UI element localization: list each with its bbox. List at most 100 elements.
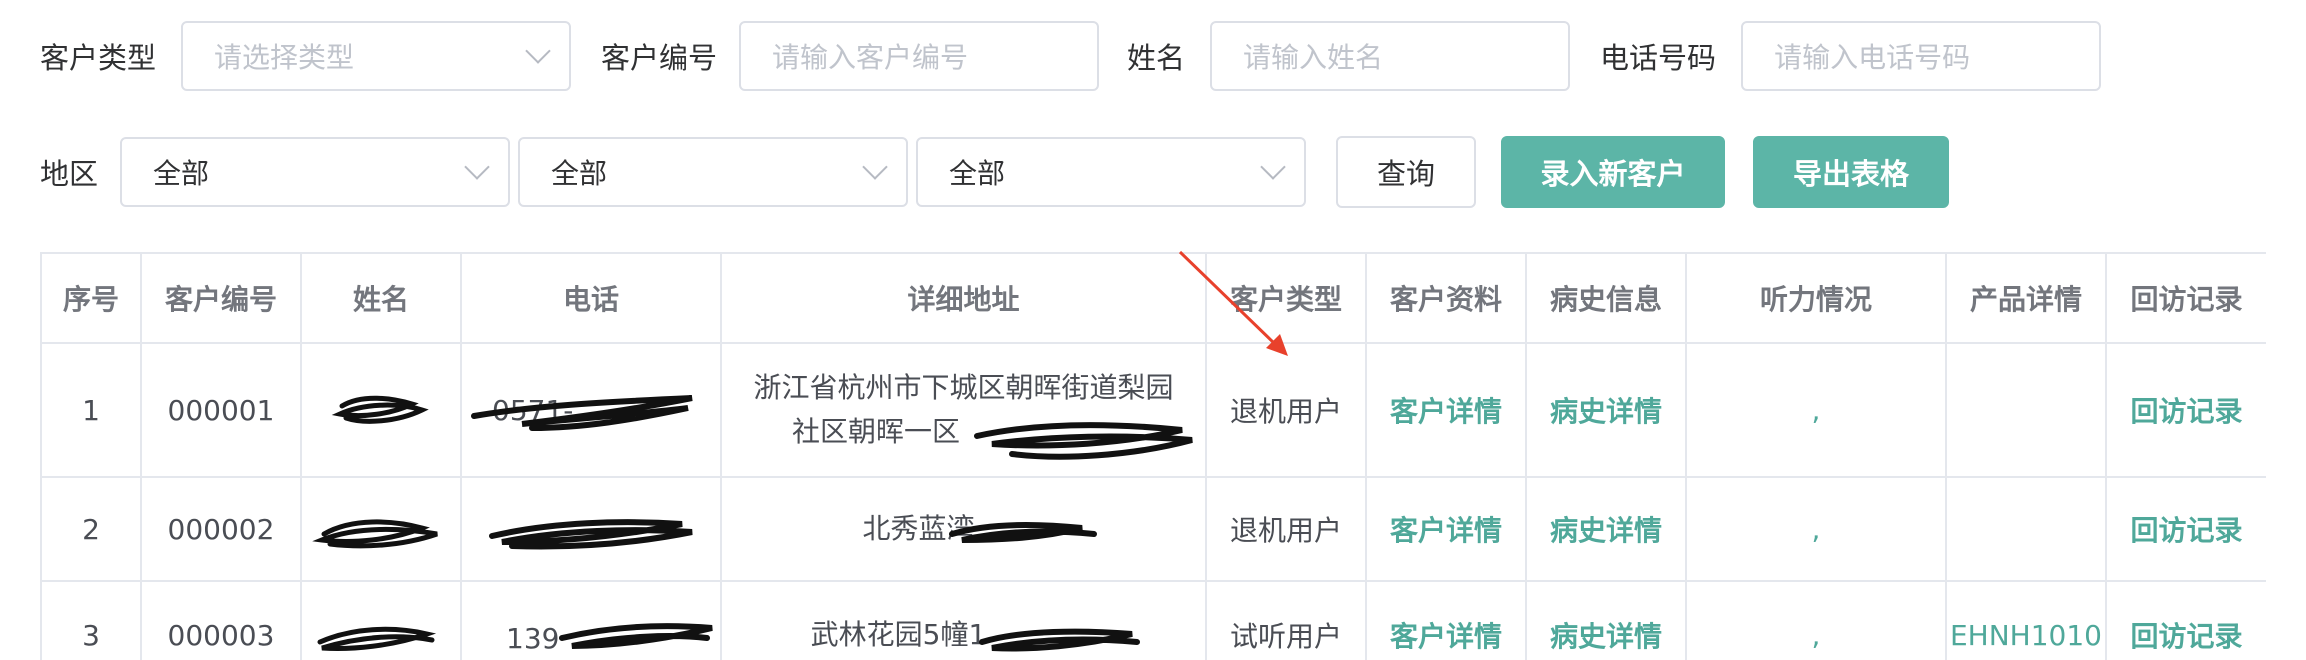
header-name: 姓名 [300,252,462,344]
region-district-value: 全部 [949,157,1006,190]
visit-record-link[interactable]: 回访记录 [2130,395,2242,428]
header-history: 病史信息 [1525,252,1687,344]
filter-row-1: 客户类型 请选择类型 客户编号 请输入客户编号 姓名 请输入姓名 电话号码 请输… [40,21,2102,91]
cell-product [1945,342,2107,478]
chevron-down-icon [862,154,888,180]
header-address: 详细地址 [720,252,1207,344]
redaction-scribble [317,626,437,651]
redaction-scribble [331,395,429,424]
cell-name-redacted [300,580,462,660]
header-product: 产品详情 [1945,252,2107,344]
name-placeholder: 请输入姓名 [1243,41,1384,74]
profile-detail-link[interactable]: 客户详情 [1390,620,1502,653]
address-line-1: 浙江省杭州市下城区朝晖街道梨园 [753,371,1174,404]
customer-type-select[interactable]: 请选择类型 [181,21,572,91]
cell-hearing: , [1685,476,1947,582]
address-line-1: 北秀蓝湾 [862,512,975,545]
cell-phone-redacted: 139 [460,580,722,660]
cell-phone-redacted: 0571- [460,342,722,478]
cell-customer-no: 000003 [140,580,302,660]
product-code: EHNH1010 [1949,618,2102,652]
add-customer-button[interactable]: 录入新客户 [1501,136,1726,208]
chevron-down-icon [464,154,490,180]
chevron-down-icon [1260,154,1286,180]
cell-customer-no: 000002 [140,476,302,582]
chevron-down-icon [525,38,551,64]
search-button[interactable]: 查询 [1336,136,1477,208]
table-row: 2 000002 北秀蓝湾 退机用户 客户详情 病史详情 , 回访记录 [40,476,2266,582]
customer-management-page: 客户类型 请选择类型 客户编号 请输入客户编号 姓名 请输入姓名 电话号码 请输… [0,0,2306,660]
cell-history-link[interactable]: 病史详情 [1525,580,1687,660]
cell-phone-redacted [460,476,722,582]
phone-partial: 139 [506,622,560,655]
cell-index: 2 [40,476,142,582]
address-line-2: 社区朝晖一区 [792,415,961,448]
cell-address: 北秀蓝湾 [720,476,1207,582]
header-profile: 客户资料 [1365,252,1527,344]
header-hearing: 听力情况 [1685,252,1947,344]
region-province-value: 全部 [153,157,210,190]
history-detail-link[interactable]: 病史详情 [1550,514,1662,547]
hearing-value: , [1811,618,1821,652]
cell-hearing: , [1685,580,1947,660]
cell-customer-type: 退机用户 [1205,342,1367,478]
cell-product: EHNH1010 [1945,580,2107,660]
history-detail-link[interactable]: 病史详情 [1550,620,1662,653]
cell-name-redacted [300,342,462,478]
cell-visit-link[interactable]: 回访记录 [2105,476,2266,582]
header-phone: 电话 [460,252,722,344]
region-city-select[interactable]: 全部 [518,137,909,207]
name-input[interactable]: 请输入姓名 [1210,21,1571,91]
region-district-select[interactable]: 全部 [916,137,1307,207]
phone-placeholder: 请输入电话号码 [1774,41,1971,74]
phone-input[interactable]: 请输入电话号码 [1741,21,2102,91]
cell-history-link[interactable]: 病史详情 [1525,342,1687,478]
name-label: 姓名 [1127,41,1186,75]
cell-visit-link[interactable]: 回访记录 [2105,342,2266,478]
filter-row-2: 地区 全部 全部 全部 查询 录入新客户 导出表格 [40,136,1950,208]
export-button[interactable]: 导出表格 [1753,136,1950,208]
cell-index: 1 [40,342,142,478]
visit-record-link[interactable]: 回访记录 [2130,620,2242,653]
cell-customer-type: 退机用户 [1205,476,1367,582]
cell-address: 浙江省杭州市下城区朝晖街道梨园 社区朝晖一区 [720,342,1207,478]
region-province-select[interactable]: 全部 [120,137,511,207]
cell-customer-no: 000001 [140,342,302,478]
cell-profile-link[interactable]: 客户详情 [1365,342,1527,478]
header-customer-type: 客户类型 [1205,252,1367,344]
cell-product [1945,476,2107,582]
cell-hearing: , [1685,342,1947,478]
redaction-scribble [559,623,713,649]
hearing-value: , [1811,512,1821,546]
header-index: 序号 [40,252,142,344]
customer-type-placeholder: 请选择类型 [214,41,355,74]
address-line-1: 武林花园5幢1 [810,618,987,651]
redaction-scribble [489,519,693,550]
cell-visit-link[interactable]: 回访记录 [2105,580,2266,660]
cell-profile-link[interactable]: 客户详情 [1365,580,1527,660]
history-detail-link[interactable]: 病史详情 [1550,395,1662,428]
cell-name-redacted [300,476,462,582]
customer-type-label: 客户类型 [40,41,157,75]
customer-table: 序号 客户编号 姓名 电话 详细地址 客户类型 客户资料 病史信息 听力情况 产… [40,252,2266,660]
table-row: 1 000001 0571- 浙江省杭州市下城区朝晖街道梨园 社区朝晖一区 退机… [40,342,2266,478]
region-label: 地区 [40,157,99,191]
customer-no-label: 客户编号 [601,41,718,75]
profile-detail-link[interactable]: 客户详情 [1390,514,1502,547]
header-visit: 回访记录 [2105,252,2266,344]
phone-label: 电话号码 [1600,41,1717,75]
cell-index: 3 [40,580,142,660]
header-customer-no: 客户编号 [140,252,302,344]
customer-no-placeholder: 请输入客户编号 [772,41,969,74]
hearing-value: , [1811,393,1821,427]
visit-record-link[interactable]: 回访记录 [2130,514,2242,547]
cell-customer-type: 试听用户 [1205,580,1367,660]
customer-no-input[interactable]: 请输入客户编号 [739,21,1100,91]
cell-profile-link[interactable]: 客户详情 [1365,476,1527,582]
profile-detail-link[interactable]: 客户详情 [1390,395,1502,428]
customer-table-wrapper: 序号 客户编号 姓名 电话 详细地址 客户类型 客户资料 病史信息 听力情况 产… [40,252,2266,660]
region-city-value: 全部 [551,157,608,190]
cell-address: 武林花园5幢1 [720,580,1207,660]
cell-history-link[interactable]: 病史详情 [1525,476,1687,582]
redaction-scribble [312,519,438,549]
